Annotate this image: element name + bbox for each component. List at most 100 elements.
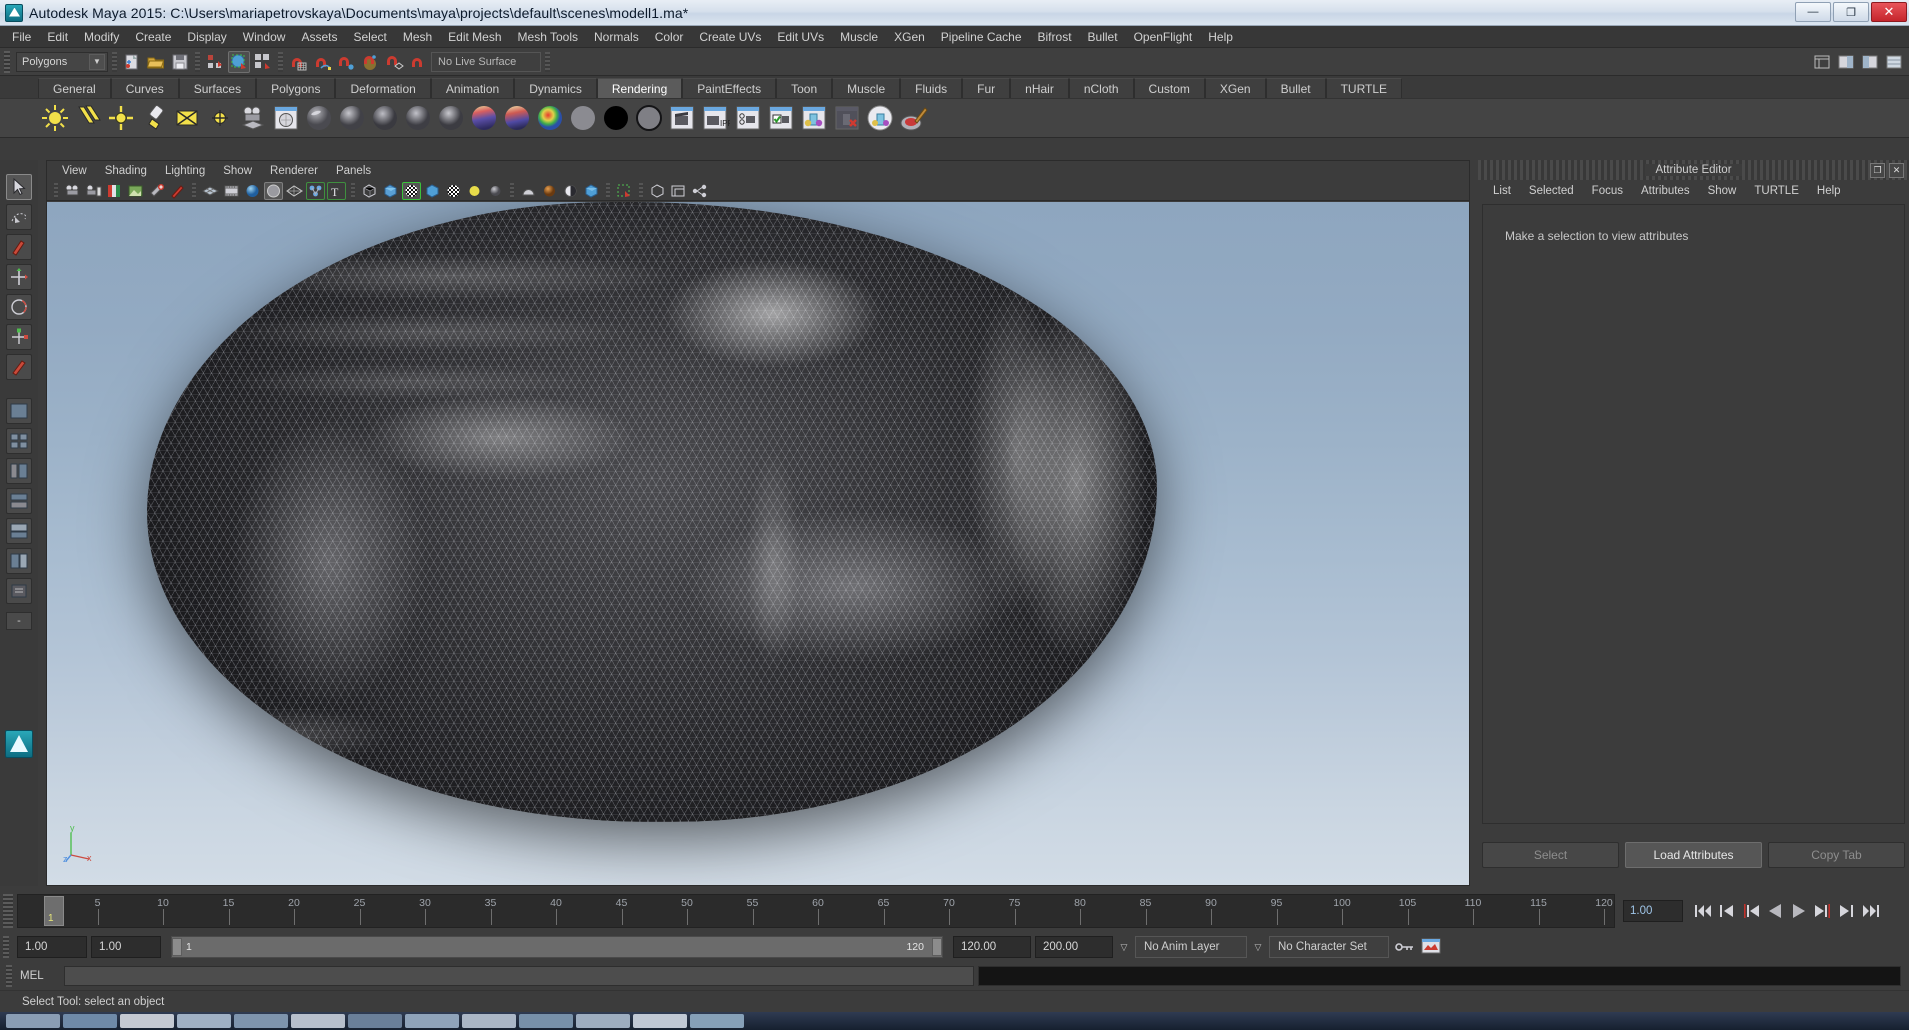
textured-icon[interactable] bbox=[444, 182, 463, 200]
anim-start-time-field[interactable]: 1.00 bbox=[17, 936, 87, 958]
time-slider-grip[interactable] bbox=[3, 894, 13, 928]
viewport-menu-renderer[interactable]: Renderer bbox=[261, 164, 327, 178]
blinn-material-icon[interactable] bbox=[337, 103, 367, 133]
shelf-tab-polygons[interactable]: Polygons bbox=[256, 78, 335, 98]
go-to-end-icon[interactable] bbox=[1861, 901, 1881, 921]
shelf-tab-dynamics[interactable]: Dynamics bbox=[514, 78, 597, 98]
shelf-tab-painteffects[interactable]: PaintEffects bbox=[682, 78, 776, 98]
smooth-shade-all-icon[interactable] bbox=[402, 182, 421, 200]
current-time-field[interactable]: 1.00 bbox=[1623, 900, 1683, 922]
attr-menu-help[interactable]: Help bbox=[1808, 184, 1850, 198]
menu-item-normals[interactable]: Normals bbox=[586, 28, 647, 46]
area-light-icon[interactable] bbox=[172, 103, 202, 133]
xray-toggle-icon[interactable] bbox=[285, 182, 304, 200]
rotate-tool[interactable] bbox=[6, 294, 32, 320]
render-sequence-icon[interactable] bbox=[766, 103, 796, 133]
layout-four-view-icon[interactable] bbox=[6, 428, 32, 454]
taskbar-item[interactable] bbox=[462, 1014, 516, 1028]
step-back-frame-icon[interactable] bbox=[1741, 901, 1761, 921]
use-background-icon[interactable] bbox=[568, 103, 598, 133]
menu-item-color[interactable]: Color bbox=[647, 28, 692, 46]
bookmarks-icon[interactable] bbox=[105, 182, 124, 200]
viewport-menu-panels[interactable]: Panels bbox=[327, 164, 380, 178]
paint-effects-icon[interactable] bbox=[168, 182, 187, 200]
render-view-icon[interactable] bbox=[271, 103, 301, 133]
menu-item-mesh-tools[interactable]: Mesh Tools bbox=[510, 28, 586, 46]
taskbar-item[interactable] bbox=[234, 1014, 288, 1028]
last-tool-used[interactable] bbox=[6, 354, 32, 380]
isolate-select-icon[interactable] bbox=[615, 182, 634, 200]
shelf-tab-fluids[interactable]: Fluids bbox=[900, 78, 962, 98]
shelf-tab-curves[interactable]: Curves bbox=[111, 78, 179, 98]
load-attributes-button[interactable]: Load Attributes bbox=[1625, 842, 1762, 868]
rendering-editors-icon[interactable] bbox=[865, 103, 895, 133]
new-scene-icon[interactable] bbox=[121, 51, 143, 73]
ramp-shader-icon[interactable] bbox=[469, 103, 499, 133]
save-scene-icon[interactable] bbox=[169, 51, 191, 73]
snap-to-curve-icon[interactable] bbox=[311, 51, 333, 73]
3d-mesh-model[interactable] bbox=[147, 202, 1157, 822]
shelf-tab-general[interactable]: General bbox=[38, 78, 111, 98]
shelf-tab-surfaces[interactable]: Surfaces bbox=[179, 78, 256, 98]
shading-map-icon[interactable] bbox=[601, 103, 631, 133]
menu-item-file[interactable]: File bbox=[4, 28, 39, 46]
character-set-field[interactable]: No Character Set bbox=[1269, 936, 1389, 958]
ipr-render-icon[interactable]: IPR bbox=[700, 103, 730, 133]
character-set-caret-icon[interactable]: ▽ bbox=[1251, 937, 1265, 957]
ambient-occlusion-icon[interactable] bbox=[540, 182, 559, 200]
layout-persp-graph-icon[interactable] bbox=[6, 488, 32, 514]
menu-set-selector[interactable]: Polygons ▼ bbox=[16, 52, 108, 72]
surface-shader-icon[interactable] bbox=[535, 103, 565, 133]
shelf-tab-animation[interactable]: Animation bbox=[431, 78, 514, 98]
viewport-canvas[interactable]: y x z bbox=[47, 202, 1469, 885]
anim-end-time-field[interactable]: 200.00 bbox=[1035, 936, 1113, 958]
step-forward-key-icon[interactable] bbox=[1837, 901, 1857, 921]
menu-item-display[interactable]: Display bbox=[179, 28, 234, 46]
select-by-component-icon[interactable] bbox=[252, 51, 274, 73]
shelf-tab-rendering[interactable]: Rendering bbox=[597, 78, 682, 98]
menu-item-edit-uvs[interactable]: Edit UVs bbox=[769, 28, 832, 46]
menu-item-edit[interactable]: Edit bbox=[39, 28, 76, 46]
play-backwards-icon[interactable] bbox=[1765, 901, 1785, 921]
viewport-menu-show[interactable]: Show bbox=[214, 164, 261, 178]
shelf-tab-deformation[interactable]: Deformation bbox=[335, 78, 430, 98]
menu-item-help[interactable]: Help bbox=[1200, 28, 1241, 46]
keyframe-icon[interactable] bbox=[147, 182, 166, 200]
range-start-time-field[interactable]: 1.00 bbox=[91, 936, 161, 958]
hypershade-icon[interactable] bbox=[799, 103, 829, 133]
viewport-menu-shading[interactable]: Shading bbox=[96, 164, 156, 178]
animation-preferences-icon[interactable] bbox=[1421, 937, 1443, 957]
step-forward-frame-icon[interactable] bbox=[1813, 901, 1833, 921]
mel-command-input[interactable] bbox=[64, 966, 974, 986]
time-slider-track[interactable]: 1 51015202530354045505560657075808590951… bbox=[17, 894, 1615, 928]
attribute-editor-toggle-icon[interactable] bbox=[1835, 51, 1857, 73]
shelf-tab-toon[interactable]: Toon bbox=[776, 78, 832, 98]
shelf-tab-xgen[interactable]: XGen bbox=[1205, 78, 1266, 98]
snap-to-grid-icon[interactable] bbox=[287, 51, 309, 73]
menu-item-create-uvs[interactable]: Create UVs bbox=[691, 28, 769, 46]
volume-light-icon[interactable] bbox=[205, 103, 235, 133]
lambert-material-icon[interactable] bbox=[304, 103, 334, 133]
float-panel-icon[interactable]: ❐ bbox=[1870, 163, 1885, 178]
single-perspective-icon[interactable] bbox=[648, 182, 667, 200]
taskbar-item[interactable] bbox=[576, 1014, 630, 1028]
grid-toggle-icon[interactable] bbox=[201, 182, 220, 200]
snap-to-point-icon[interactable] bbox=[335, 51, 357, 73]
taskbar-item[interactable] bbox=[519, 1014, 573, 1028]
shelf-tab-muscle[interactable]: Muscle bbox=[832, 78, 900, 98]
ambient-light-icon[interactable] bbox=[40, 103, 70, 133]
range-slider-grip[interactable] bbox=[3, 936, 9, 958]
command-line-grip[interactable] bbox=[6, 965, 12, 987]
move-tool[interactable] bbox=[6, 264, 32, 290]
taskbar-item[interactable] bbox=[177, 1014, 231, 1028]
taskbar-item[interactable] bbox=[405, 1014, 459, 1028]
play-forwards-icon[interactable] bbox=[1789, 901, 1809, 921]
open-scene-icon[interactable] bbox=[145, 51, 167, 73]
taskbar-item[interactable] bbox=[690, 1014, 744, 1028]
text-toggle-icon[interactable]: T bbox=[327, 182, 346, 200]
select-by-hierarchy-icon[interactable] bbox=[204, 51, 226, 73]
select-tool[interactable] bbox=[6, 174, 32, 200]
gate-mask-icon[interactable] bbox=[264, 182, 283, 200]
menu-item-edit-mesh[interactable]: Edit Mesh bbox=[440, 28, 509, 46]
shelf-tab-ncloth[interactable]: nCloth bbox=[1069, 78, 1134, 98]
